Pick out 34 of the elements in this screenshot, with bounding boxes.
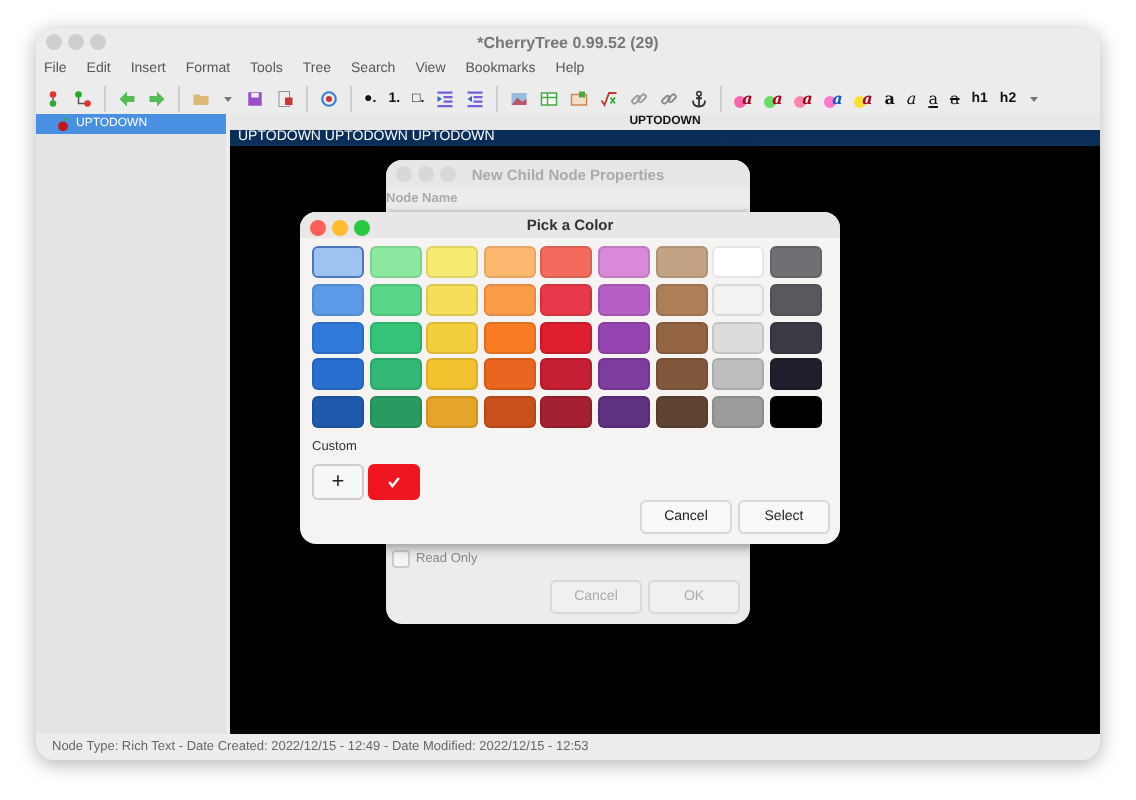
indent-icon[interactable] xyxy=(436,89,455,107)
unlink-icon[interactable] xyxy=(660,89,679,107)
format-button[interactable]: a xyxy=(906,89,917,107)
export-icon[interactable] xyxy=(276,89,294,107)
node-add-icon[interactable] xyxy=(44,89,62,107)
format-button[interactable]: a xyxy=(949,89,960,107)
right-arrow-icon[interactable] xyxy=(148,89,166,107)
table-icon[interactable] xyxy=(540,89,559,107)
text-color-button[interactable]: a xyxy=(824,88,843,108)
add-color-button[interactable]: + xyxy=(312,464,364,500)
image-icon[interactable] xyxy=(510,89,529,107)
anchor-icon[interactable] xyxy=(690,89,709,107)
codebox-icon[interactable] xyxy=(570,89,589,107)
text-color-button[interactable]: a xyxy=(854,88,873,108)
link-icon[interactable] xyxy=(630,89,649,107)
search-icon[interactable] xyxy=(320,89,338,107)
text-color-button[interactable]: a xyxy=(734,88,753,108)
custom-color-swatch[interactable] xyxy=(368,464,420,500)
left-arrow-icon[interactable] xyxy=(118,89,136,107)
checkbox[interactable] xyxy=(392,550,410,568)
text-color-button[interactable]: a xyxy=(794,88,813,108)
checkmark-icon xyxy=(386,474,402,490)
zoom-button[interactable] xyxy=(354,220,370,236)
child-node-icon[interactable] xyxy=(74,89,92,107)
window-title: *CherryTree 0.99.52 (29) xyxy=(477,33,659,51)
close-button[interactable] xyxy=(310,220,326,236)
format-button[interactable]: a xyxy=(928,89,938,107)
color-swatch[interactable] xyxy=(312,246,364,279)
save-icon[interactable] xyxy=(246,89,264,107)
cherry-icon xyxy=(56,117,70,131)
text-color-button[interactable]: a xyxy=(764,88,783,108)
formula-icon[interactable] xyxy=(600,89,619,107)
format-button[interactable]: a xyxy=(884,89,895,107)
unindent-icon[interactable] xyxy=(466,89,485,107)
